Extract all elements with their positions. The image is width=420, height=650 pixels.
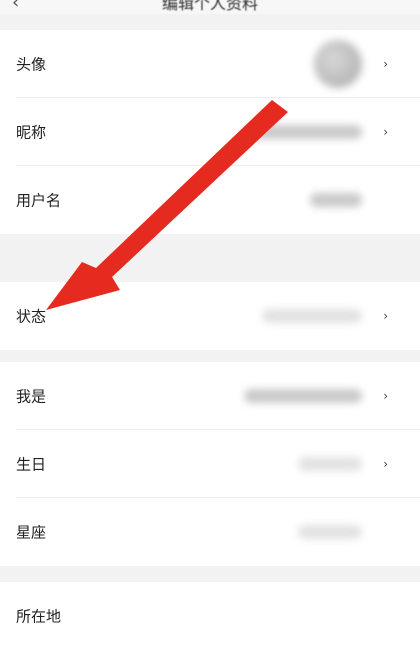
row-label: 头像 [16, 55, 47, 73]
profile-section-basic: 头像 › 昵称 › 用户名 [0, 30, 420, 234]
blurred-value [298, 525, 362, 539]
row-birthday[interactable]: 生日 › [16, 430, 420, 498]
row-zodiac: 星座 [16, 498, 420, 566]
row-nickname[interactable]: 昵称 › [16, 98, 420, 166]
profile-section-status: 状态 › [0, 282, 420, 350]
blurred-value [262, 309, 362, 323]
blurred-value [244, 388, 362, 403]
row-label: 星座 [16, 523, 47, 542]
row-avatar[interactable]: 头像 › [16, 30, 420, 98]
profile-section-personal: 我是 › 生日 › 星座 [0, 362, 420, 566]
row-label: 我是 [16, 387, 47, 405]
profile-section-location: 所在地 [0, 582, 420, 650]
row-status[interactable]: 状态 › [16, 282, 420, 350]
blurred-value [310, 193, 362, 207]
chevron-right-icon: › [383, 456, 388, 471]
row-label: 昵称 [16, 123, 47, 141]
chevron-right-icon: › [383, 56, 388, 71]
page-title: 编辑个人资料 [161, 0, 258, 13]
row-gender[interactable]: 我是 › [16, 362, 420, 430]
row-username: 用户名 [16, 166, 420, 234]
navigation-bar: ‹ 编辑个人资料 [0, 0, 420, 14]
row-location[interactable]: 所在地 [16, 582, 420, 650]
chevron-right-icon: › [383, 388, 388, 403]
row-label: 状态 [16, 307, 47, 326]
row-label: 所在地 [16, 607, 62, 626]
blurred-value [298, 456, 362, 471]
blurred-value [244, 124, 362, 139]
row-label: 生日 [16, 455, 47, 473]
chevron-right-icon: › [383, 309, 388, 323]
row-label: 用户名 [16, 191, 62, 210]
avatar [314, 39, 362, 88]
chevron-right-icon: › [383, 124, 388, 139]
